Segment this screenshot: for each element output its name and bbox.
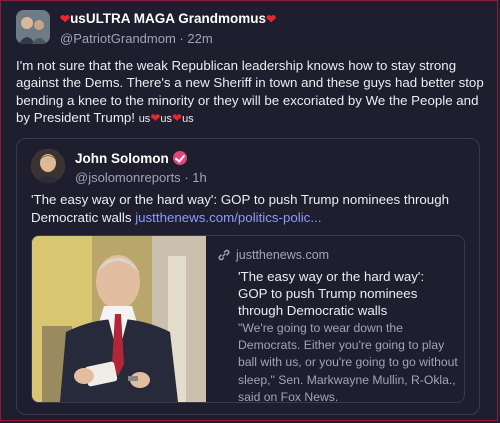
author-display-name[interactable]: ❤usULTRA MAGA Grandmomus❤	[60, 11, 276, 26]
quoted-timestamp[interactable]: 1h	[192, 170, 206, 185]
author-handle-row: @PatriotGrandmom · 22m	[60, 31, 213, 46]
link-description: "We're going to wear down the Democrats.…	[238, 321, 458, 403]
author-avatar[interactable]	[16, 10, 50, 44]
author-handle[interactable]: @PatriotGrandmom	[60, 31, 176, 46]
link-domain-row: justthenews.com	[218, 248, 329, 264]
post: ❤usULTRA MAGA Grandmomus❤ @PatriotGrandm…	[0, 0, 500, 423]
post-body: I'm not sure that the weak Republican le…	[16, 57, 486, 129]
link-preview-image	[32, 236, 206, 402]
quoted-handle-row: @jsolomonreports · 1h	[75, 170, 207, 185]
quoted-author-name[interactable]: John Solomon	[75, 151, 187, 166]
quoted-author-avatar[interactable]	[31, 149, 65, 183]
quoted-link[interactable]: justthenews.com/politics-polic...	[135, 210, 321, 225]
flag-text: us	[182, 113, 194, 126]
link-domain: justthenews.com	[236, 248, 330, 262]
quoted-post[interactable]: John Solomon @jsolomonreports · 1h 'The …	[16, 138, 480, 415]
heart-icon: ❤	[150, 111, 161, 126]
author-name-text: usULTRA MAGA Grandmomus	[70, 11, 267, 26]
heart-icon: ❤	[172, 111, 183, 126]
verified-badge-icon	[172, 151, 187, 165]
post-body-text: I'm not sure that the weak Republican le…	[16, 58, 484, 126]
meta-separator: ·	[179, 31, 184, 46]
flag-text: us	[160, 113, 172, 126]
post-timestamp[interactable]: 22m	[187, 31, 212, 46]
link-preview-card[interactable]: justthenews.com 'The easy way or the har…	[31, 235, 465, 403]
link-icon	[218, 249, 230, 264]
quoted-body: 'The easy way or the hard way': GOP to p…	[31, 191, 461, 227]
link-title[interactable]: 'The easy way or the hard way': GOP to p…	[238, 268, 456, 319]
quoted-author-handle[interactable]: @jsolomonreports	[75, 170, 181, 185]
heart-icon: ❤	[60, 12, 71, 26]
meta-separator: ·	[184, 170, 189, 185]
heart-icon: ❤	[266, 12, 277, 26]
flag-text: us	[138, 113, 151, 126]
quoted-author-name-text: John Solomon	[75, 151, 169, 166]
